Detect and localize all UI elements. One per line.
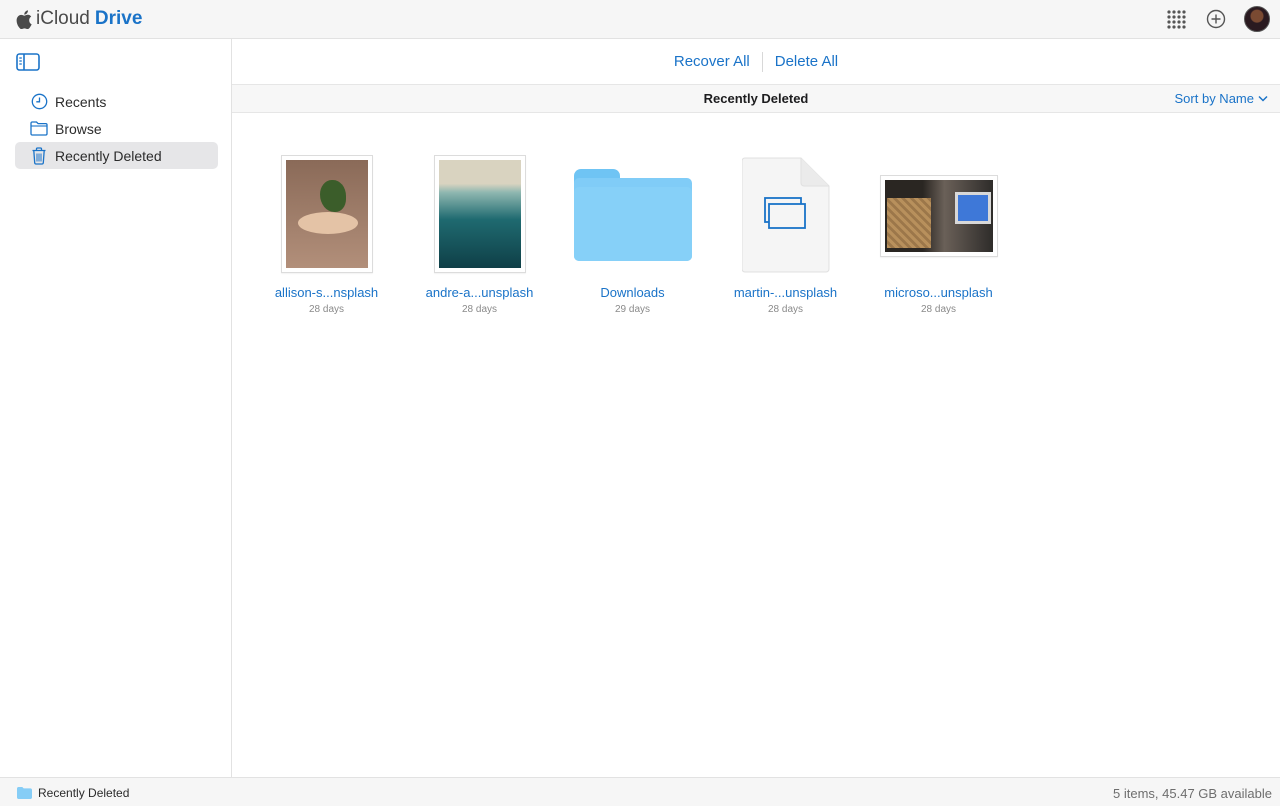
image-thumbnail: [434, 155, 526, 273]
page-title: Recently Deleted: [232, 91, 1280, 106]
app-brand[interactable]: iCloud Drive: [16, 8, 142, 30]
image-thumbnail: [281, 155, 373, 273]
status-location: Recently Deleted: [17, 786, 129, 800]
sidebar-item-recently-deleted[interactable]: Recently Deleted: [15, 142, 218, 169]
chevron-down-icon: [1258, 95, 1268, 102]
sidebar-nav: Recents Browse Recently Deleted: [15, 88, 218, 169]
action-divider: [762, 52, 763, 72]
top-actions: [1148, 6, 1270, 32]
file-days-left: 28 days: [921, 304, 956, 315]
sidebar-item-label: Recently Deleted: [55, 148, 162, 164]
trash-icon: [30, 147, 48, 165]
file-item[interactable]: allison-s...nsplash 28 days: [250, 149, 403, 315]
file-grid: allison-s...nsplash 28 days andre-a...un…: [250, 149, 1015, 315]
sort-dropdown[interactable]: Sort by Name: [1175, 91, 1268, 106]
sidebar-item-browse[interactable]: Browse: [15, 115, 218, 142]
file-thumbnail-wrap: [556, 149, 709, 273]
image-thumbnail: [880, 175, 998, 257]
apple-logo-icon: [16, 10, 32, 29]
recover-all-button[interactable]: Recover All: [674, 53, 750, 70]
sort-label: Sort by Name: [1175, 91, 1254, 106]
file-days-left: 29 days: [615, 304, 650, 315]
sidebar-item-recents[interactable]: Recents: [15, 88, 218, 115]
file-name: Downloads: [600, 285, 664, 300]
file-thumbnail-wrap: [403, 149, 556, 273]
status-location-label: Recently Deleted: [38, 786, 129, 800]
file-days-left: 28 days: [462, 304, 497, 315]
file-days-left: 28 days: [309, 304, 344, 315]
top-bar: iCloud Drive: [0, 0, 1280, 39]
file-name: martin-...unsplash: [734, 285, 837, 300]
file-name: andre-a...unsplash: [426, 285, 534, 300]
file-item[interactable]: andre-a...unsplash 28 days: [403, 149, 556, 315]
file-item[interactable]: Downloads 29 days: [556, 149, 709, 315]
document-icon: [742, 157, 830, 273]
delete-all-button[interactable]: Delete All: [775, 53, 838, 70]
file-thumbnail-wrap: [862, 149, 1015, 273]
clock-icon: [30, 93, 48, 111]
app-grid-icon[interactable]: [1164, 7, 1188, 31]
file-thumbnail-wrap: [709, 149, 862, 273]
folder-icon: [574, 169, 692, 261]
sidebar-item-label: Recents: [55, 94, 106, 110]
brand-prefix: iCloud: [36, 8, 90, 30]
file-thumbnail-wrap: [250, 149, 403, 273]
action-bar: Recover All Delete All: [232, 39, 1280, 85]
folder-icon: [17, 787, 32, 799]
status-bar: Recently Deleted 5 items, 45.47 GB avail…: [0, 777, 1280, 806]
file-name: allison-s...nsplash: [275, 285, 378, 300]
sidebar: Recents Browse Recently Deleted: [0, 39, 232, 777]
storage-summary: 5 items, 45.47 GB available: [1113, 786, 1272, 801]
add-circle-icon[interactable]: [1204, 7, 1228, 31]
main-content: Recover All Delete All Recently Deleted …: [232, 39, 1280, 777]
user-avatar[interactable]: [1244, 6, 1270, 32]
folder-icon: [30, 120, 48, 138]
brand-name: Drive: [95, 8, 143, 30]
file-item[interactable]: martin-...unsplash 28 days: [709, 149, 862, 315]
file-name: microso...unsplash: [884, 285, 992, 300]
file-item[interactable]: microso...unsplash 28 days: [862, 149, 1015, 315]
sidebar-item-label: Browse: [55, 121, 102, 137]
view-header: Recently Deleted Sort by Name: [232, 85, 1280, 113]
sidebar-toggle-icon[interactable]: [16, 53, 40, 71]
file-days-left: 28 days: [768, 304, 803, 315]
